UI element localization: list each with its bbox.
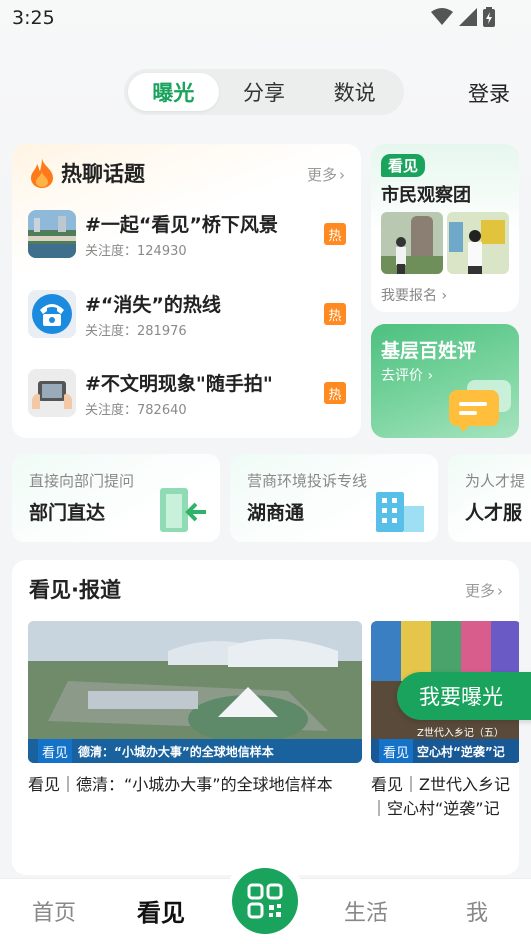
battery-icon bbox=[483, 7, 495, 27]
top-tab-bar: 曝光 分享 数说 bbox=[124, 69, 404, 115]
nav-kanjian[interactable]: 看见 bbox=[137, 893, 185, 928]
topic-name: #一起“看见”桥下风景 bbox=[85, 214, 278, 236]
tab-data[interactable]: 数说 bbox=[309, 73, 400, 111]
news-caption: 看见｜德清：“小城办大事”的全球地信样本 bbox=[28, 775, 333, 794]
topic-thumbnail-bridge bbox=[28, 210, 76, 258]
service-title: 湖商通 bbox=[247, 502, 305, 524]
hot-topics-card: 热聊话题 更多 › #一起“看见”桥下风景 关注度：124930 热 #“消失”… bbox=[12, 144, 361, 438]
service-title: 部门直达 bbox=[29, 502, 106, 524]
news-overlay-text: 德清：“小城办大事”的全球地信样本 bbox=[78, 745, 274, 759]
report-more-link[interactable]: 更多 › bbox=[465, 580, 503, 601]
topic-item[interactable]: #一起“看见”桥下风景 关注度：124930 热 bbox=[28, 210, 346, 260]
news-overlay-top: Z世代入乡记（五） bbox=[417, 728, 504, 739]
hot-badge: 热 bbox=[324, 223, 346, 245]
chevron-right-icon: › bbox=[497, 581, 503, 600]
status-bar: 3:25 bbox=[0, 0, 531, 36]
topic-name: #不文明现象"随手拍" bbox=[85, 373, 273, 395]
review-title: 基层百姓评 bbox=[381, 340, 477, 362]
hot-badge: 热 bbox=[324, 303, 346, 325]
service-title: 人才服 bbox=[465, 502, 523, 524]
service-subtitle: 营商环境投诉专线 bbox=[247, 472, 368, 490]
news-overlay-logo: 看见 bbox=[38, 739, 72, 763]
topic-attention: 关注度：124930 bbox=[85, 244, 187, 259]
signup-link[interactable]: 我要报名 › bbox=[381, 285, 447, 305]
chevron-right-icon: › bbox=[441, 288, 448, 304]
building-icon bbox=[376, 492, 424, 532]
news-item[interactable]: Z世代入乡记（五） 看见 空心村“逆袭”记 看见｜Z世代入乡记｜空心村“逆袭”记 bbox=[371, 621, 519, 821]
topic-attention: 关注度：281976 bbox=[85, 324, 187, 339]
business-complaint-card[interactable]: 营商环境投诉专线 湖商通 bbox=[230, 454, 438, 542]
qr-code-icon bbox=[247, 883, 283, 919]
door-exit-icon bbox=[160, 488, 206, 532]
chat-bubble-icon bbox=[449, 380, 511, 432]
citizen-observers-card[interactable]: 看见 市民观察团 我要报名 › bbox=[371, 144, 519, 312]
talent-service-card[interactable]: 为人才提 人才服 bbox=[448, 454, 531, 542]
tab-share[interactable]: 分享 bbox=[219, 73, 310, 111]
report-exposure-button[interactable]: 我要曝光 bbox=[397, 672, 531, 720]
status-time: 3:25 bbox=[12, 7, 55, 29]
phone-icon bbox=[28, 290, 76, 338]
hot-topics-header: 热聊话题 bbox=[29, 158, 145, 188]
hot-topics-more-link[interactable]: 更多 › bbox=[307, 164, 345, 185]
news-overlay-text: 空心村“逆袭”记 bbox=[417, 745, 505, 759]
hot-topics-title: 热聊话题 bbox=[61, 162, 145, 186]
topic-item[interactable]: #不文明现象"随手拍" 关注度：782640 热 bbox=[28, 369, 346, 419]
chevron-right-icon: › bbox=[427, 368, 434, 384]
nav-life[interactable]: 生活 bbox=[344, 895, 388, 927]
news-caption: 看见｜Z世代入乡记｜空心村“逆袭”记 bbox=[371, 775, 510, 818]
review-link[interactable]: 去评价 › bbox=[381, 365, 433, 385]
topic-item[interactable]: #“消失”的热线 关注度：281976 热 bbox=[28, 290, 346, 340]
hot-badge: 热 bbox=[324, 382, 346, 404]
service-subtitle: 直接向部门提问 bbox=[29, 472, 135, 490]
flame-icon bbox=[31, 158, 53, 188]
observers-tag: 看见 bbox=[381, 154, 426, 177]
more-label: 更多 bbox=[306, 166, 337, 184]
login-button[interactable]: 登录 bbox=[468, 78, 510, 108]
chevron-right-icon: › bbox=[339, 165, 345, 184]
more-label: 更多 bbox=[464, 582, 495, 600]
scan-button[interactable] bbox=[232, 868, 298, 934]
grassroots-review-card[interactable]: 基层百姓评 去评价 › bbox=[371, 324, 519, 438]
topic-name: #“消失”的热线 bbox=[85, 294, 221, 316]
camera-hands-icon bbox=[28, 369, 76, 417]
news-overlay-logo: 看见 bbox=[379, 739, 413, 763]
signal-icon bbox=[459, 8, 477, 26]
report-title: 看见·报道 bbox=[29, 578, 121, 602]
wifi-icon bbox=[431, 8, 453, 25]
observers-title: 市民观察团 bbox=[381, 185, 471, 206]
signup-label: 我要报名 bbox=[381, 288, 437, 304]
status-icons bbox=[431, 7, 495, 27]
news-image: 看见 德清：“小城办大事”的全球地信样本 bbox=[28, 621, 362, 763]
news-item[interactable]: 看见 德清：“小城办大事”的全球地信样本 看见｜德清：“小城办大事”的全球地信样… bbox=[28, 621, 362, 797]
observer-photo bbox=[447, 212, 509, 274]
service-subtitle: 为人才提 bbox=[465, 472, 526, 490]
topic-attention: 关注度：782640 bbox=[85, 403, 187, 418]
tab-exposure[interactable]: 曝光 bbox=[128, 73, 219, 111]
app-screen: 3:25 曝光 分享 数说 登录 热聊话题 更多 › #一起“看见”桥下风景 关… bbox=[0, 0, 531, 944]
department-direct-card[interactable]: 直接向部门提问 部门直达 bbox=[12, 454, 220, 542]
review-subtitle: 去评价 bbox=[381, 368, 423, 384]
observer-photo bbox=[381, 212, 443, 274]
nav-me[interactable]: 我 bbox=[466, 895, 488, 927]
nav-home[interactable]: 首页 bbox=[32, 895, 76, 927]
